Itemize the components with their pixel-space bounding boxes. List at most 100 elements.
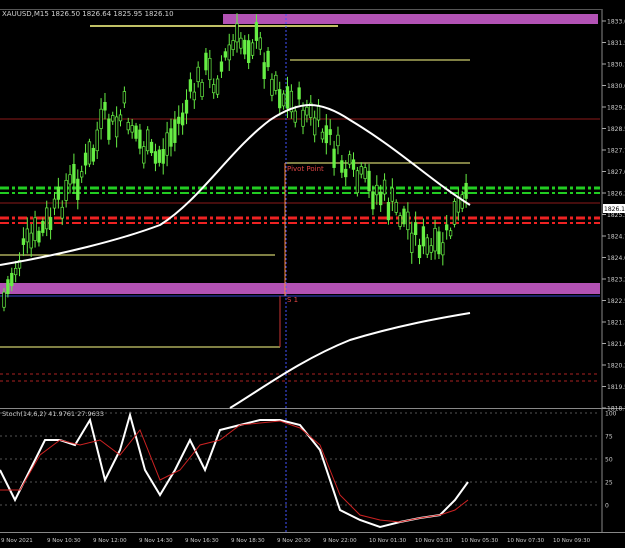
candle-body	[320, 131, 325, 140]
candle-body	[386, 202, 391, 221]
price-tick-label: 1830.75	[607, 62, 625, 69]
price-tick-label: 1819.50	[607, 384, 625, 391]
candle-body	[149, 141, 154, 154]
candle-body	[87, 141, 92, 165]
candle-body	[157, 149, 161, 163]
candle-body	[285, 86, 290, 109]
price-tick-label: 1833.00	[607, 19, 625, 26]
chart-window[interactable]: 1833.00 1831.50 1830.75 1830.00 1829.25 1828.…	[0, 0, 625, 544]
candle-body	[52, 198, 57, 209]
time-axis-label: 10 Nov 01:30	[369, 538, 407, 544]
candle-body	[250, 42, 255, 56]
candle-body	[25, 228, 29, 243]
price-tick-label: 1826.25	[607, 191, 625, 198]
candle-body	[305, 106, 309, 116]
candle-body	[134, 125, 138, 139]
candle-body	[351, 159, 356, 170]
candle-body	[114, 116, 119, 138]
candle-body	[347, 154, 352, 165]
osc-tick-label: 50	[605, 457, 613, 464]
time-axis-label: 9 Nov 22:00	[323, 538, 357, 544]
symbol-label: XAUUSD,M15	[2, 10, 49, 18]
candle-body	[83, 152, 88, 166]
candle-body	[192, 91, 196, 101]
candle-body	[293, 110, 297, 123]
time-axis-label: 9 Nov 10:30	[47, 538, 81, 544]
candle-body	[398, 215, 402, 227]
time-axis-label: 10 Nov 03:30	[415, 538, 453, 544]
candle-body	[227, 44, 231, 61]
candle-body	[223, 51, 228, 58]
price-tick-label: 1824.75	[607, 234, 625, 241]
candle-body	[231, 40, 235, 50]
oscillator-label: Stoch(14,6,2) 41.9761 27.9633	[2, 410, 104, 418]
candle-body	[340, 160, 344, 173]
candle-body	[138, 129, 142, 149]
candle-body	[14, 267, 18, 276]
candle-body	[107, 118, 111, 140]
candle-body	[375, 184, 379, 196]
time-axis-label: 9 Nov 20:30	[277, 538, 311, 544]
price-tick-label: 1827.75	[607, 148, 625, 155]
candle-body	[243, 39, 247, 55]
osc-tick-label: 75	[605, 434, 613, 441]
candle-body	[68, 174, 72, 185]
candle-body	[169, 128, 173, 147]
candle-body	[173, 119, 177, 143]
support-zone	[0, 283, 600, 294]
s1-label: S 1	[287, 296, 298, 304]
candle-body	[258, 37, 262, 50]
candle-body	[41, 220, 45, 233]
candle-body	[247, 40, 251, 63]
candle-body	[21, 238, 26, 245]
candle-body	[359, 166, 363, 175]
candle-body	[371, 191, 375, 210]
candle-body	[118, 114, 123, 122]
candle-body	[76, 178, 80, 200]
candle-body	[64, 179, 68, 201]
candle-body	[406, 211, 410, 231]
candle-body	[184, 99, 189, 114]
candle-body	[456, 196, 460, 213]
chart-canvas[interactable]: 1833.00 1831.50 1830.75 1830.00 1829.25 1828.…	[0, 0, 625, 544]
candle-body	[6, 279, 10, 295]
candle-body	[60, 206, 64, 219]
candle-body	[200, 82, 204, 97]
candle-body	[344, 168, 348, 178]
candle-body	[332, 148, 336, 168]
candle-body	[99, 108, 103, 129]
candle-body	[161, 149, 165, 164]
candle-body	[382, 179, 387, 195]
candle-body	[215, 78, 220, 95]
candle-body	[274, 74, 278, 91]
time-axis-label: 10 Nov 07:30	[507, 538, 545, 544]
candle-body	[95, 129, 99, 152]
time-axis-label: 9 Nov 16:30	[185, 538, 219, 544]
candle-body	[103, 101, 107, 111]
candle-body	[188, 79, 193, 92]
price-tick-label: 1825.50	[607, 212, 625, 219]
current-price-label: 1826.10	[604, 206, 625, 213]
candle-body	[433, 227, 437, 252]
candle-body	[425, 237, 429, 255]
candle-body	[72, 163, 76, 184]
candle-body	[278, 89, 282, 109]
candle-body	[48, 217, 53, 230]
candle-body	[10, 272, 14, 287]
time-axis-label: 9 Nov 2021	[1, 538, 33, 544]
candle-body	[402, 208, 406, 225]
candle-body	[204, 52, 208, 71]
candle-body	[80, 171, 84, 178]
candle-body	[270, 78, 274, 96]
slow-ma-line	[229, 312, 471, 409]
price-tick-label: 1830.00	[607, 83, 625, 90]
candle-body	[177, 116, 181, 124]
candle-body	[464, 182, 468, 199]
symbol-header: XAUUSD,M15 1826.50 1826.64 1825.95 1826.…	[2, 10, 174, 18]
candle-body	[130, 125, 134, 133]
candle-body	[313, 117, 317, 136]
price-tick-label: 1829.25	[607, 105, 625, 112]
candle-body	[437, 231, 441, 255]
time-axis-label: 9 Nov 18:30	[231, 538, 265, 544]
candle-body	[410, 232, 414, 253]
